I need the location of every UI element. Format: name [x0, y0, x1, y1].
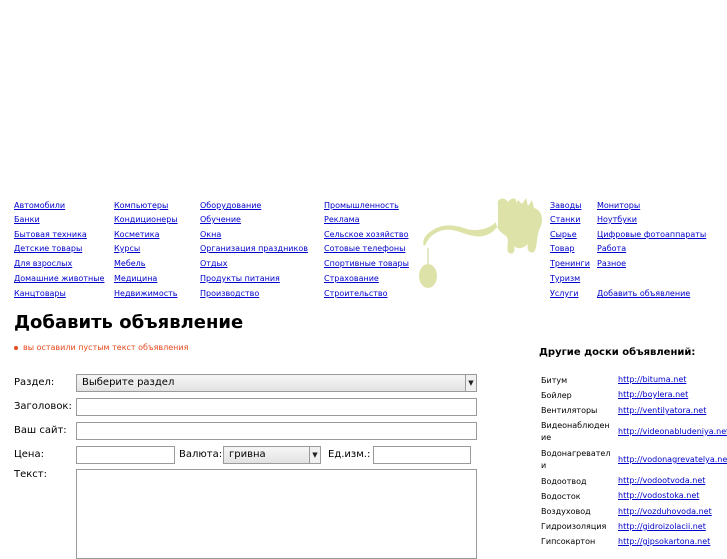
category-link-kondicionery[interactable]: Кондиционеры — [114, 215, 178, 225]
category-link-raznoe[interactable]: Разное — [597, 259, 626, 269]
board-link[interactable]: http://boylera.net — [618, 390, 688, 399]
error-text: вы оставили пустым текст объявления — [23, 343, 189, 352]
board-link[interactable]: http://vozduhovoda.net — [618, 507, 712, 516]
heading-label: Заголовок: — [14, 401, 72, 412]
board-link[interactable]: http://vodootvoda.net — [618, 476, 705, 485]
category-link-stanki[interactable]: Станки — [550, 215, 580, 225]
category-link-okna[interactable]: Окна — [200, 230, 221, 240]
chevron-down-icon[interactable]: ▼ — [465, 375, 476, 391]
error-message: вы оставили пустым текст объявления — [14, 343, 188, 352]
category-link-kanctovary[interactable]: Канцтовары — [14, 289, 66, 299]
board-name: Воздуховод — [541, 507, 591, 516]
category-link-kursy[interactable]: Курсы — [114, 244, 140, 254]
error-bullet-icon — [14, 345, 18, 350]
category-link-uslugi[interactable]: Услуги — [550, 289, 579, 299]
price-label: Цена: — [14, 449, 44, 460]
board-link[interactable]: http://vodonagrevatelya.net — [618, 455, 727, 464]
board-name: Битум — [541, 376, 568, 385]
category-link-noutbuki[interactable]: Ноутбуки — [597, 215, 637, 225]
category-link-kompyutery[interactable]: Компьютеры — [114, 201, 168, 211]
category-link-rabota[interactable]: Работа — [597, 244, 626, 254]
section-select[interactable]: Выберите раздел ▼ — [76, 374, 477, 392]
category-link-monitory[interactable]: Мониторы — [597, 201, 640, 211]
board-name: Вентиляторы — [541, 406, 598, 415]
category-link-turizm[interactable]: Туризм — [550, 274, 580, 284]
page-title: Добавить объявление — [14, 312, 244, 333]
decorative-figure-illustration — [419, 198, 542, 288]
category-link-zavody[interactable]: Заводы — [550, 201, 582, 211]
category-link-mebel[interactable]: Мебель — [114, 259, 146, 269]
category-link-selskoe-hozyaystvo[interactable]: Сельское хозяйство — [324, 230, 409, 240]
category-link-tovar[interactable]: Товар — [550, 244, 574, 254]
category-link-oborudovanie[interactable]: Оборудование — [200, 201, 261, 211]
board-name: Водоотвод — [541, 477, 587, 486]
category-link-promyshlennost[interactable]: Промышленность — [324, 201, 399, 211]
board-name: Бойлер — [541, 391, 572, 400]
section-label: Раздел: — [14, 377, 55, 388]
category-link-kosmetika[interactable]: Косметика — [114, 230, 160, 240]
category-link-cifrovye-fotoapparaty[interactable]: Цифровые фотоаппараты — [597, 230, 706, 240]
category-link-medicina[interactable]: Медицина — [114, 274, 157, 284]
category-link-sportivnye-tovary[interactable]: Спортивные товары — [324, 259, 409, 269]
board-link[interactable]: http://vodostoka.net — [618, 491, 699, 500]
site-label: Ваш сайт: — [14, 425, 67, 436]
currency-label: Валюта: — [179, 449, 223, 460]
category-link-syrye[interactable]: Сырье — [550, 230, 577, 240]
category-link-otdyh[interactable]: Отдых — [200, 259, 228, 269]
category-link-produkty-pitaniya[interactable]: Продукты питания — [200, 274, 280, 284]
heading-input[interactable] — [76, 398, 477, 416]
category-link-treningi[interactable]: Тренинги — [550, 259, 590, 269]
category-link-strahovanie[interactable]: Страхование — [324, 274, 379, 284]
unit-input[interactable] — [373, 446, 471, 464]
chevron-down-icon[interactable]: ▼ — [309, 447, 320, 463]
price-input[interactable] — [76, 446, 175, 464]
ad-text-textarea[interactable] — [76, 469, 477, 559]
category-link-domashnie-zhivotnye[interactable]: Домашние животные — [14, 274, 104, 284]
category-link-obuchenie[interactable]: Обучение — [200, 215, 241, 225]
board-name: Видеонаблюдение — [541, 421, 610, 442]
board-link[interactable]: http://ventilyatora.net — [618, 406, 706, 415]
other-boards-title: Другие доски объявлений: — [539, 347, 696, 358]
category-link-nedvizhimost[interactable]: Недвижимость — [114, 289, 178, 299]
board-name: Гипсокартон — [541, 537, 596, 546]
board-link[interactable]: http://videonabludeniya.net — [618, 427, 727, 436]
add-ad-link[interactable]: Добавить объявление — [597, 289, 690, 299]
site-input[interactable] — [76, 422, 477, 440]
category-link-detskie-tovary[interactable]: Детские товары — [14, 244, 82, 254]
category-link-stroitelstvo[interactable]: Строительство — [324, 289, 388, 299]
section-select-value: Выберите раздел — [82, 377, 175, 388]
category-link-organizaciya-prazdnikov[interactable]: Организация праздников — [200, 244, 308, 254]
currency-select[interactable]: гривна ▼ — [223, 446, 321, 464]
board-name: Гидроизоляция — [541, 522, 607, 531]
currency-select-value: гривна — [229, 449, 266, 460]
category-link-banki[interactable]: Банки — [14, 215, 40, 225]
board-link[interactable]: http://bituma.net — [618, 375, 686, 384]
unit-label: Ед.изм.: — [328, 449, 371, 460]
category-link-reklama[interactable]: Реклама — [324, 215, 360, 225]
board-name: Водонагреватели — [541, 449, 611, 470]
category-link-dlya-vzroslyh[interactable]: Для взрослых — [14, 259, 72, 269]
board-name: Водосток — [541, 492, 581, 501]
category-link-avtomobili[interactable]: Автомобили — [14, 201, 65, 211]
board-link[interactable]: http://gidroizolacii.net — [618, 522, 706, 531]
category-link-sotovye-telefony[interactable]: Сотовые телефоны — [324, 244, 405, 254]
text-label: Текст: — [14, 469, 47, 480]
category-link-bytovaya-tehnika[interactable]: Бытовая техника — [14, 230, 87, 240]
category-link-proizvodstvo[interactable]: Производство — [200, 289, 259, 299]
